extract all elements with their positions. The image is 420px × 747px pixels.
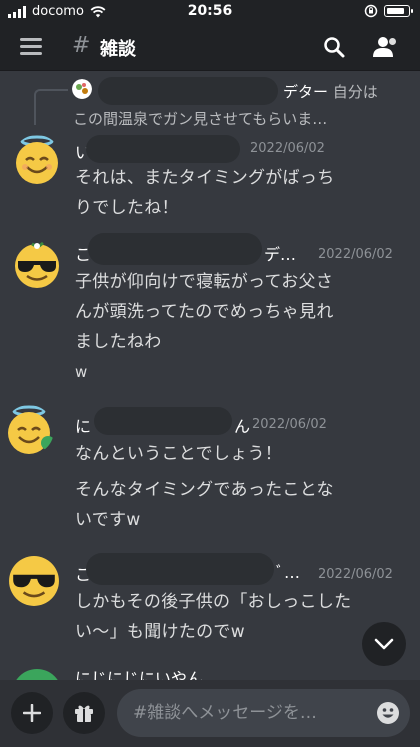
message-line: 子供が仰向けで寝転がってお父さ bbox=[75, 272, 334, 292]
channel-name: 雑談 bbox=[100, 39, 136, 60]
message-line: それは、またタイミングがばっち bbox=[75, 168, 335, 188]
reply-snippet: この間温泉でガン見させてもらいま… bbox=[73, 110, 328, 128]
message-line: そんなタイミングであったことな bbox=[75, 480, 334, 500]
message-author-tail[interactable]: ん bbox=[234, 413, 250, 437]
channel-header: # 雑談 bbox=[0, 24, 420, 71]
user-avatar-sunglasses-emoji[interactable] bbox=[8, 555, 60, 607]
message-line: いですw bbox=[75, 510, 141, 530]
gift-nitro-button[interactable] bbox=[63, 692, 105, 734]
message-timestamp: 2022/06/02 bbox=[318, 567, 393, 582]
redacted-name-overlay bbox=[86, 135, 240, 163]
search-icon[interactable] bbox=[322, 35, 346, 59]
message-composer bbox=[0, 680, 420, 747]
reply-author-name: デター bbox=[283, 83, 329, 101]
message-input[interactable] bbox=[117, 689, 410, 737]
reply-connector bbox=[34, 89, 68, 125]
plus-icon bbox=[23, 704, 41, 722]
message-list[interactable]: デター 自分は この間温泉でガン見させてもらいま… い 2022/06/02 そ… bbox=[0, 71, 420, 680]
message-line: なんということでしょう！ bbox=[75, 444, 283, 464]
redacted-name-overlay bbox=[86, 553, 274, 585]
chevron-down-icon bbox=[374, 638, 394, 650]
message-line: ましたねわ bbox=[75, 332, 162, 352]
status-bar: docomo 20:56 bbox=[0, 0, 420, 24]
user-avatar-sunglasses-emoji[interactable] bbox=[12, 239, 62, 289]
members-icon[interactable] bbox=[372, 35, 398, 59]
message-line: w bbox=[75, 363, 88, 381]
message-line: い〜」も聞けたのでw bbox=[75, 622, 245, 642]
user-avatar[interactable] bbox=[12, 669, 62, 680]
message-content: それは、またタイミングがばっち りでしたね！ bbox=[75, 163, 410, 223]
message-line: しかもその後子供の「おしっこした bbox=[75, 592, 352, 612]
jump-to-present-button[interactable] bbox=[362, 622, 406, 666]
add-attachment-button[interactable] bbox=[11, 692, 53, 734]
discord-channel-screen: docomo 20:56 # 雑談 デター 自分は この間温泉でガン見させてもら… bbox=[0, 0, 420, 747]
message-timestamp: 2022/06/02 bbox=[318, 247, 393, 262]
emoji-picker-icon[interactable] bbox=[376, 701, 400, 725]
message-line: りでしたね！ bbox=[75, 198, 179, 218]
status-time: 20:56 bbox=[187, 3, 233, 19]
hamburger-menu-icon[interactable] bbox=[20, 38, 42, 56]
user-avatar-halo-emoji[interactable] bbox=[12, 135, 62, 185]
rotation-lock-icon bbox=[364, 4, 378, 18]
message-author[interactable]: にじにじにいやん bbox=[75, 665, 203, 680]
message-author[interactable]: に bbox=[75, 413, 91, 437]
user-avatar-halo-emoji[interactable] bbox=[4, 405, 54, 455]
message-content: なんということでしょう！ そんなタイミングであったことな いですw bbox=[75, 439, 410, 535]
battery-icon bbox=[384, 5, 413, 17]
message-content: 子供が仰向けで寝転がってお父さ んが頭洗ってたのでめっちゃ見れ ましたねわ w bbox=[75, 267, 410, 387]
message-author-tail[interactable]: デ… bbox=[264, 241, 296, 265]
redacted-name-overlay bbox=[88, 233, 262, 265]
channel-hash-icon: # bbox=[72, 33, 91, 58]
message-author-tail[interactable]: ﾞ… bbox=[276, 559, 300, 583]
message-timestamp: 2022/06/02 bbox=[252, 417, 327, 432]
message-timestamp: 2022/06/02 bbox=[250, 141, 325, 156]
message-line: んが頭洗ってたのでめっちゃ見れ bbox=[75, 302, 334, 322]
redacted-name-overlay bbox=[94, 407, 232, 435]
message-content: しかもその後子供の「おしっこした い〜」も聞けたのでw bbox=[75, 587, 410, 647]
status-right bbox=[364, 4, 413, 18]
reply-snippet-start: 自分は bbox=[332, 83, 378, 101]
gift-icon bbox=[75, 705, 93, 722]
redacted-name-overlay bbox=[98, 77, 278, 105]
